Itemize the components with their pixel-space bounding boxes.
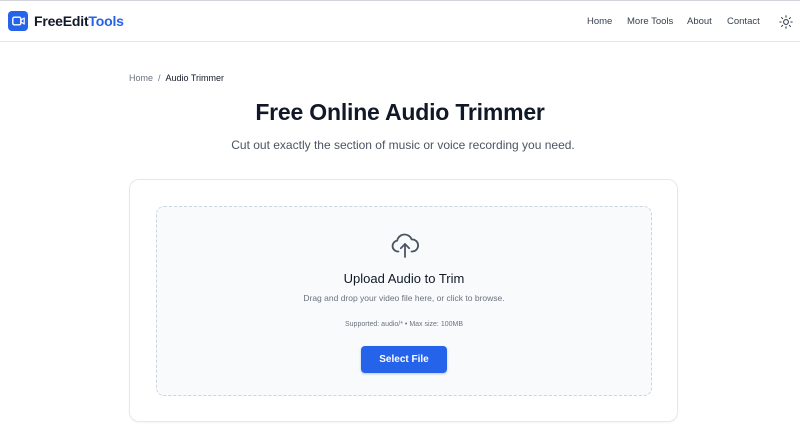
brand-link[interactable]: FreeEditTools — [8, 11, 124, 31]
nav-contact-link[interactable]: Contact — [727, 16, 760, 27]
page-subtitle: Cut out exactly the section of music or … — [231, 138, 575, 152]
page-title: Free Online Audio Trimmer — [255, 99, 545, 125]
nav-home-link[interactable]: Home — [587, 16, 612, 27]
breadcrumb: Home / Audio Trimmer — [129, 73, 224, 83]
select-file-button[interactable]: Select File — [361, 346, 447, 373]
cloud-upload-icon — [390, 231, 420, 259]
breadcrumb-current: Audio Trimmer — [165, 73, 225, 83]
theme-toggle-button[interactable] — [779, 15, 793, 29]
nav-about-link[interactable]: About — [687, 16, 712, 27]
upload-dropzone[interactable]: Upload Audio to Trim Drag and drop your … — [156, 206, 652, 396]
top-navbar: FreeEditTools Home More Tools About Cont… — [0, 0, 800, 42]
breadcrumb-home-link[interactable]: Home — [129, 73, 153, 83]
brand-name-part2: Tools — [88, 13, 124, 29]
brand-name: FreeEditTools — [34, 13, 124, 29]
upload-card: Upload Audio to Trim Drag and drop your … — [129, 179, 678, 422]
breadcrumb-separator: / — [158, 73, 161, 83]
upload-supported-formats: Supported: audio/* • Max size: 100MB — [344, 321, 463, 328]
upload-description: Drag and drop your video file here, or c… — [303, 293, 505, 303]
upload-title: Upload Audio to Trim — [343, 271, 465, 286]
nav-more-tools-link[interactable]: More Tools — [627, 16, 673, 27]
sun-icon — [779, 15, 793, 29]
brand-name-part1: FreeEdit — [34, 13, 89, 29]
video-camera-icon — [8, 11, 28, 31]
